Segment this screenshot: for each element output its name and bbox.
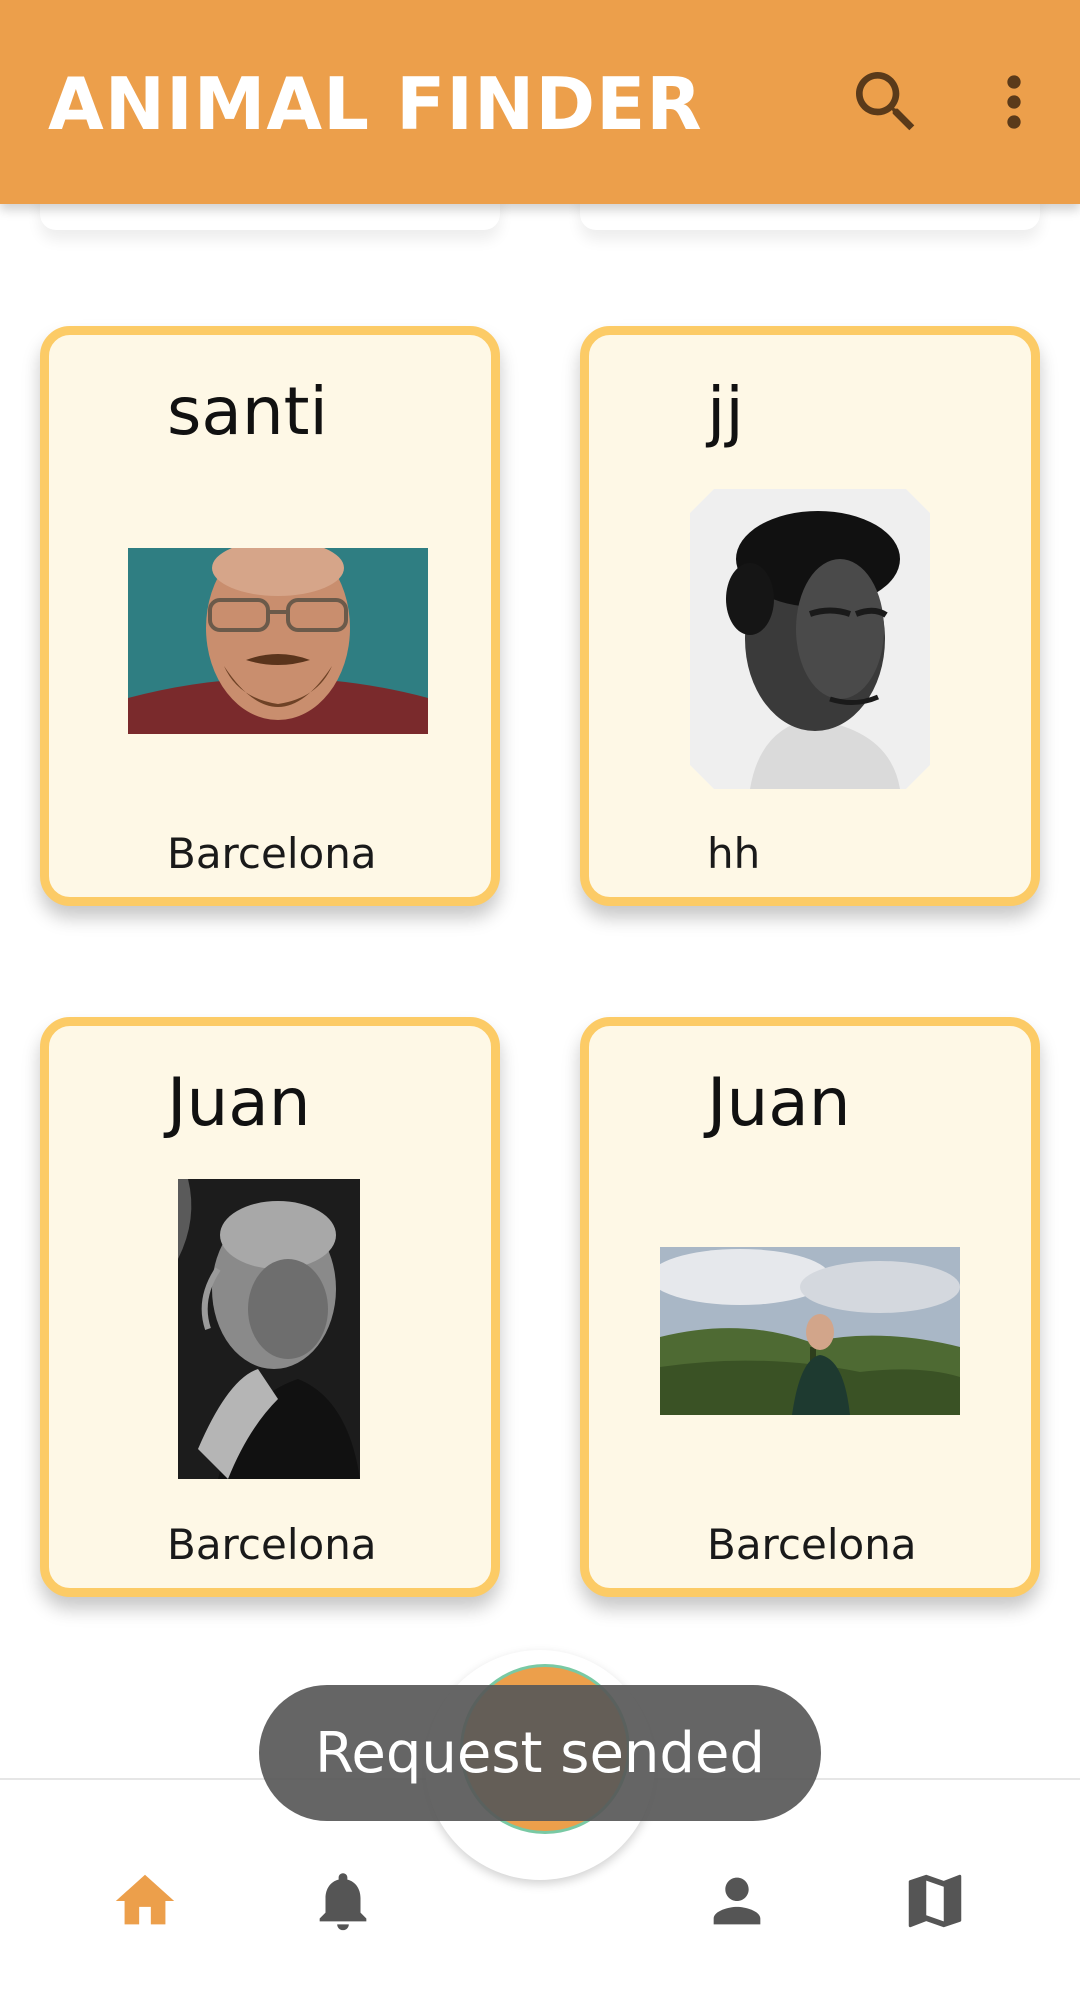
card-photo <box>660 1247 960 1415</box>
card-location: Barcelona <box>167 1520 377 1569</box>
card-photo <box>178 1179 360 1479</box>
nav-home[interactable] <box>110 1866 180 1936</box>
animal-card[interactable]: Juan Barcelona <box>40 1017 500 1597</box>
nav-notifications[interactable] <box>308 1866 378 1936</box>
more-vert-icon[interactable] <box>974 62 1054 142</box>
card-name: santi <box>167 373 328 450</box>
card-location: Barcelona <box>167 829 377 878</box>
map-icon <box>908 1874 962 1928</box>
animal-card[interactable]: santi Barcelona <box>40 326 500 906</box>
person-icon <box>713 1877 761 1925</box>
nav-profile[interactable] <box>702 1866 772 1936</box>
search-icon[interactable] <box>846 62 926 142</box>
card-location: Barcelona <box>707 1520 917 1569</box>
card-name: Juan <box>167 1064 311 1141</box>
partial-card[interactable] <box>580 204 1040 230</box>
partial-card[interactable] <box>40 204 500 230</box>
toast-message: Request sended <box>259 1685 821 1821</box>
animal-card[interactable]: Juan Barcelona <box>580 1017 1040 1597</box>
bell-icon <box>319 1873 367 1931</box>
app-bar: ANIMAL FINDER <box>0 0 1080 204</box>
card-photo <box>690 489 930 789</box>
card-location: hh <box>707 829 761 878</box>
home-icon <box>115 1874 175 1925</box>
card-name: Juan <box>707 1064 851 1141</box>
animal-card[interactable]: jj hh <box>580 326 1040 906</box>
app-title: ANIMAL FINDER <box>48 62 703 146</box>
card-photo <box>128 548 428 734</box>
card-name: jj <box>707 373 744 450</box>
nav-map[interactable] <box>900 1866 970 1936</box>
card-grid[interactable]: santi Barcelona jj hh Juan Barcelona Jua… <box>0 204 1080 1638</box>
toast-text: Request sended <box>315 1720 765 1786</box>
